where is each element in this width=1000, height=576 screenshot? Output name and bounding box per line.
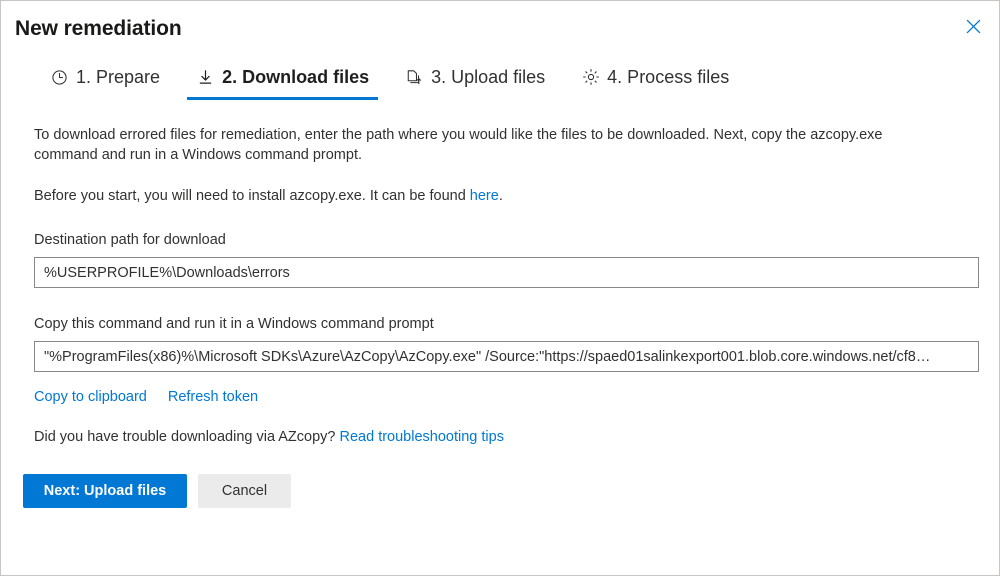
download-icon (196, 68, 215, 87)
close-icon (966, 19, 981, 34)
new-remediation-dialog: New remediation 1. Prepare (0, 0, 1000, 576)
gear-icon (581, 68, 600, 87)
tab-download-files[interactable]: 2. Download files (187, 59, 378, 95)
tab-upload-files-label: 3. Upload files (431, 68, 545, 86)
copy-to-clipboard-link[interactable]: Copy to clipboard (34, 389, 147, 405)
dialog-body: To download errored files for remediatio… (1, 105, 999, 445)
refresh-token-link[interactable]: Refresh token (168, 389, 258, 405)
destination-path-label: Destination path for download (34, 232, 977, 248)
tab-prepare[interactable]: 1. Prepare (41, 59, 169, 95)
tab-prepare-label: 1. Prepare (76, 68, 160, 86)
intro-paragraph: To download errored files for remediatio… (34, 125, 914, 165)
command-label: Copy this command and run it in a Window… (34, 316, 977, 332)
command-actions: Copy to clipboard Refresh token (34, 389, 977, 405)
page-title: New remediation (15, 17, 182, 41)
install-paragraph-prefix: Before you start, you will need to insta… (34, 188, 470, 204)
tab-download-files-label: 2. Download files (222, 68, 369, 86)
install-paragraph-suffix: . (499, 188, 503, 204)
cancel-button[interactable]: Cancel (198, 474, 291, 508)
dialog-header: New remediation (1, 1, 999, 59)
tab-process-files[interactable]: 4. Process files (572, 59, 738, 95)
next-upload-files-button[interactable]: Next: Upload files (23, 474, 187, 508)
azcopy-here-link[interactable]: here (470, 188, 499, 204)
file-upload-icon (405, 68, 424, 87)
install-paragraph: Before you start, you will need to insta… (34, 186, 914, 206)
azcopy-command-input[interactable] (34, 341, 979, 372)
clock-icon (50, 68, 69, 87)
tab-upload-files[interactable]: 3. Upload files (396, 59, 554, 95)
close-button[interactable] (955, 9, 991, 43)
wizard-tabs: 1. Prepare 2. Download files (1, 59, 999, 105)
troubleshooting-row: Did you have trouble downloading via AZc… (34, 429, 977, 445)
tab-process-files-label: 4. Process files (607, 68, 729, 86)
read-troubleshooting-tips-link[interactable]: Read troubleshooting tips (340, 429, 504, 445)
troubleshooting-prefix: Did you have trouble downloading via AZc… (34, 429, 340, 445)
dialog-footer: Next: Upload files Cancel (1, 474, 999, 508)
destination-path-input[interactable] (34, 257, 979, 288)
